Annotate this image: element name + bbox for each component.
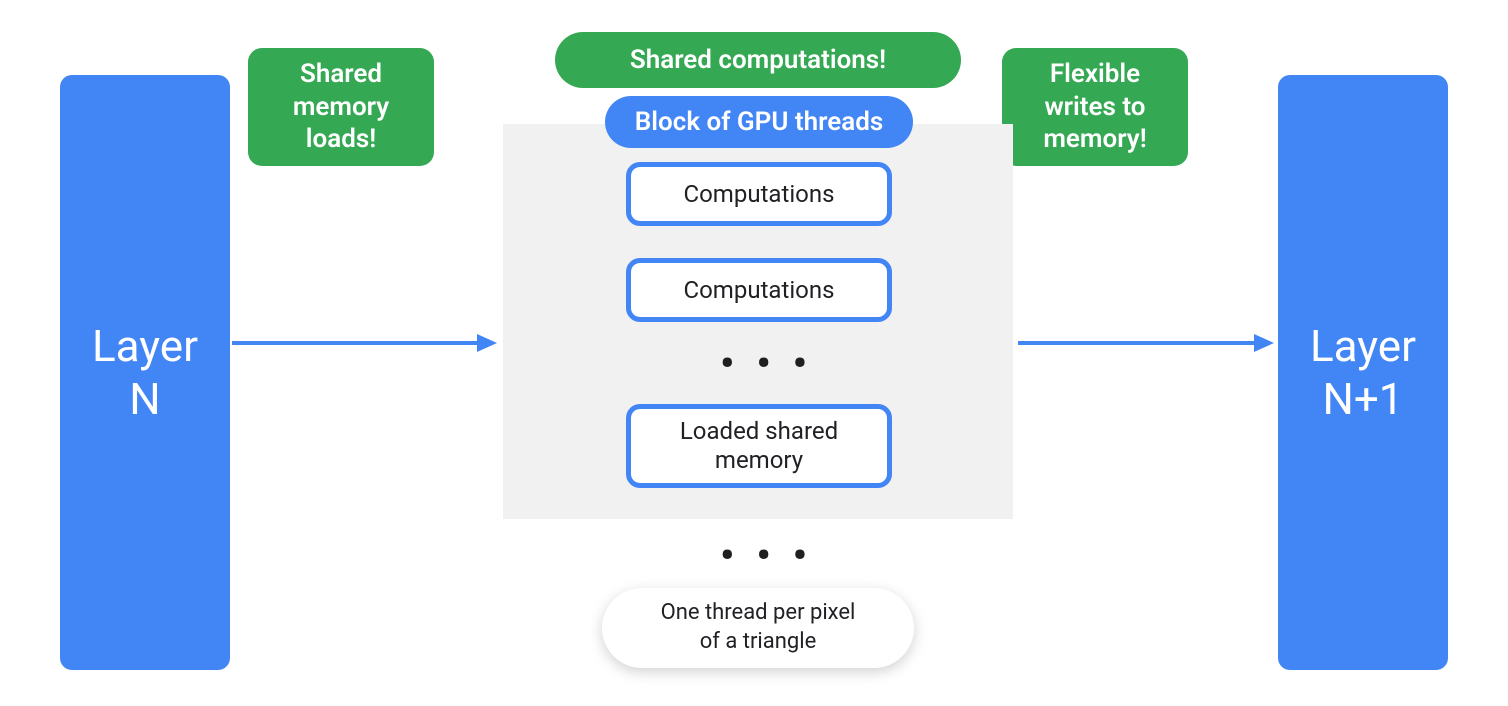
callout-flexible-writes: Flexible writes to memory! — [1002, 48, 1188, 166]
callout-shared-loads: Shared memory loads! — [248, 48, 434, 166]
callout-shared-loads-text: Shared memory loads! — [293, 58, 389, 156]
layer-n-box: Layer N — [60, 75, 230, 670]
callout-shared-computations: Shared computations! — [555, 32, 961, 88]
ellipsis-outer: • • • — [720, 532, 813, 579]
ellipsis-inner: • • • — [720, 340, 813, 387]
computations-box-1-text: Computations — [684, 180, 835, 209]
computations-box-1: Computations — [626, 162, 892, 226]
layer-n1-box: Layer N+1 — [1278, 75, 1448, 670]
gpu-block-header-text: Block of GPU threads — [635, 107, 883, 137]
thread-per-pixel-note: One thread per pixel of a triangle — [602, 588, 914, 668]
callout-flexible-writes-text: Flexible writes to memory! — [1043, 58, 1146, 156]
thread-per-pixel-text: One thread per pixel of a triangle — [661, 599, 856, 656]
gpu-block-header: Block of GPU threads — [605, 96, 913, 148]
computations-box-2: Computations — [626, 258, 892, 322]
loaded-shared-memory-box: Loaded shared memory — [626, 404, 892, 488]
computations-box-2-text: Computations — [684, 276, 835, 305]
callout-shared-computations-text: Shared computations! — [630, 44, 886, 77]
loaded-shared-memory-text: Loaded shared memory — [680, 417, 838, 475]
layer-n-label: Layer N — [92, 320, 198, 426]
layer-n1-label: Layer N+1 — [1310, 320, 1416, 426]
